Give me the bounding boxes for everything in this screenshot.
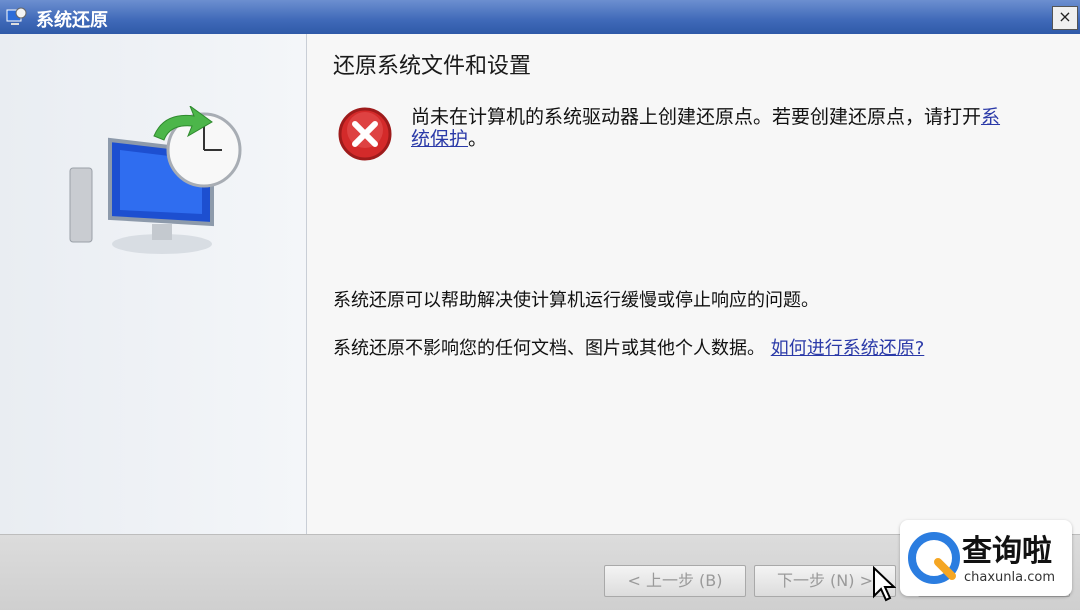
info-paragraph-1: 系统还原可以帮助解决使计算机运行缓慢或停止响应的问题。 [333,290,819,311]
page-title: 还原系统文件和设置 [333,54,532,79]
error-message: 尚未在计算机的系统驱动器上创建还原点。若要创建还原点，请打开系统保护。 [411,106,1011,150]
system-restore-window: 系统还原 × 还原系统文件和设置 尚未在计算机的系统驱动器上创建还原点。若要创建… [0,0,1080,610]
window-title: 系统还原 [36,10,108,31]
watermark-title: 查询啦 [962,534,1052,569]
main-content: 还原系统文件和设置 尚未在计算机的系统驱动器上创建还原点。若要创建还原点，请打开… [307,34,1080,534]
error-suffix: 。 [468,128,488,150]
error-x-icon [338,107,392,161]
watermark-subtitle: chaxunla.com [964,570,1055,585]
system-restore-icon [6,7,28,27]
computer-clock-restore-icon [69,106,242,254]
watermark: 查询啦 chaxunla.com [900,520,1072,596]
left-pane [0,34,307,534]
info-paragraph-2: 系统还原不影响您的任何文档、图片或其他个人数据。 如何进行系统还原? [333,338,1033,360]
error-text: 尚未在计算机的系统驱动器上创建还原点。若要创建还原点，请打开 [411,106,982,128]
info-paragraph-2-text: 系统还原不影响您的任何文档、图片或其他个人数据。 [333,338,765,359]
title-bar: 系统还原 × [0,0,1080,34]
chaxunla-logo-icon [908,532,960,584]
how-to-restore-link[interactable]: 如何进行系统还原? [771,338,925,359]
mouse-pointer-icon [873,566,896,602]
back-button[interactable]: < 上一步 (B) [604,565,746,597]
close-button[interactable]: × [1052,6,1078,30]
